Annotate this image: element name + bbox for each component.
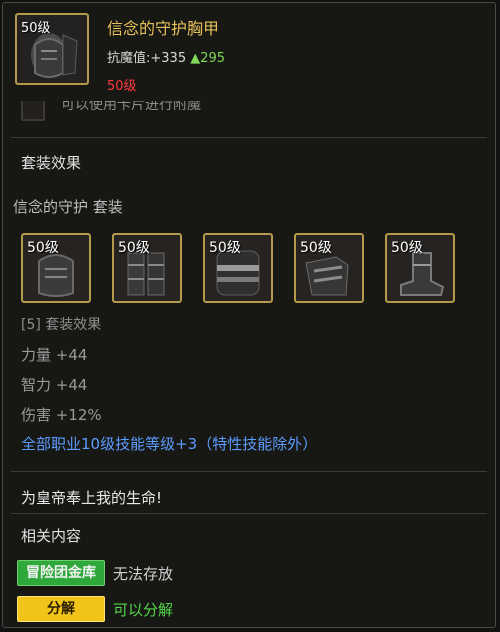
set-bonus-title: [5] 套装效果 xyxy=(21,317,102,333)
guild-vault-status: 无法存放 xyxy=(113,565,174,583)
guild-vault-badge: 冒险团金库 xyxy=(17,560,105,586)
set-piece-level: 50级 xyxy=(118,240,150,256)
set-piece-belt[interactable]: 50级 xyxy=(294,233,364,303)
set-piece-shoulder[interactable]: 50级 xyxy=(203,233,273,303)
stat-value: :+335 xyxy=(146,51,187,66)
set-name: 信念的守护 套装 xyxy=(13,198,123,216)
stat-bonus: ▲295 xyxy=(190,51,226,66)
item-level-badge: 50级 xyxy=(21,21,51,36)
set-piece-level: 50级 xyxy=(27,240,59,256)
item-name: 信念的守护胸甲 xyxy=(107,19,220,38)
required-level: 50级 xyxy=(107,79,137,94)
stat-label: 抗魔值 xyxy=(107,51,147,66)
enchant-card-slot[interactable] xyxy=(21,101,45,121)
set-bonus-intelligence: 智力 +44 xyxy=(21,376,88,394)
set-bonus-skill-level: 全部职业10级技能等级+3（特性技能除外） xyxy=(21,435,318,453)
related-section-title: 相关内容 xyxy=(21,527,82,545)
divider xyxy=(11,137,487,138)
divider xyxy=(11,471,487,472)
enchant-text: 可以使用卡片进行附魔 xyxy=(61,101,201,113)
set-pieces: 50级 50级 50级 50级 50级 xyxy=(21,233,481,305)
disassemble-status: 可以分解 xyxy=(113,601,174,619)
chest-armor-icon: 50级 xyxy=(15,13,89,85)
flavor-text: 为皇帝奉上我的生命! xyxy=(21,489,163,507)
magic-defense-stat: 抗魔值:+335 ▲295 xyxy=(107,47,225,66)
set-piece-level: 50级 xyxy=(209,240,241,256)
set-piece-chest[interactable]: 50级 xyxy=(21,233,91,303)
enchant-row: 可以使用卡片进行附魔 xyxy=(21,101,321,127)
set-section-title: 套装效果 xyxy=(21,154,82,172)
item-tooltip: 50级 信念的守护胸甲 抗魔值:+335 ▲295 50级 可以使用卡片进行附魔… xyxy=(2,2,496,628)
set-piece-legs[interactable]: 50级 xyxy=(112,233,182,303)
set-bonus-strength: 力量 +44 xyxy=(21,346,88,364)
set-bonus-damage: 伤害 +12% xyxy=(21,406,102,424)
divider xyxy=(11,513,487,514)
set-piece-level: 50级 xyxy=(391,240,423,256)
disassemble-badge: 分解 xyxy=(17,596,105,622)
set-piece-level: 50级 xyxy=(300,240,332,256)
set-piece-boots[interactable]: 50级 xyxy=(385,233,455,303)
